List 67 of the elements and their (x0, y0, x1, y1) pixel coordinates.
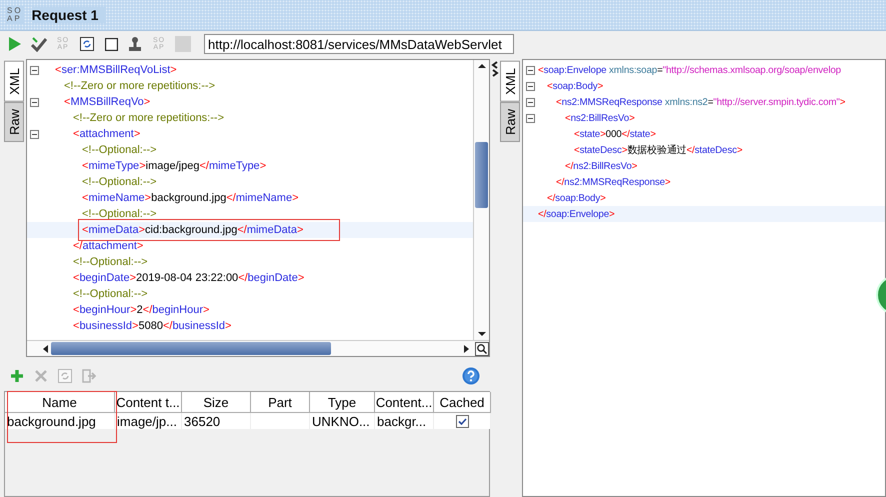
code-line: <ns2:BillResVo> (565, 112, 635, 124)
table-cell: UNKNO... (310, 413, 375, 429)
code-line: <!--Optional:--> (82, 176, 157, 188)
code-line: </soap:Envelope> (538, 208, 615, 220)
table-cell: backgr... (375, 413, 434, 429)
collapse-icon[interactable] (30, 130, 38, 138)
code-line: </ns2:BillResVo> (565, 160, 638, 172)
code-line: </ns2:MMSReqResponse> (556, 176, 670, 188)
code-line: <attachment> (73, 128, 140, 140)
code-line: <MMSBillReqVo> (64, 96, 150, 108)
code-line: <!--Zero or more repetitions:--> (73, 112, 224, 124)
scroll-right-icon[interactable] (461, 342, 471, 354)
code-line: <mimeType>image/jpeg</mimeType> (82, 160, 266, 172)
help-icon[interactable] (462, 367, 480, 385)
collapse-icon[interactable] (526, 66, 534, 74)
code-line: <ser:MMSBillReqVoList> (55, 64, 177, 76)
soap-logo: SO AP (6, 6, 24, 24)
code-line: <mimeName>background.jpg</mimeName> (82, 192, 298, 204)
column-header[interactable]: Name (5, 392, 115, 413)
view-tab[interactable]: Raw (500, 102, 520, 142)
column-header[interactable]: Type (310, 392, 375, 413)
code-line: <!--Optional:--> (73, 288, 148, 300)
collapse-icon[interactable] (526, 82, 534, 90)
table-cell: 36520 (182, 413, 251, 429)
code-line: <!--Zero or more repetitions:--> (64, 80, 215, 92)
stamp-icon[interactable] (126, 35, 144, 53)
code-line: <!--Optional:--> (73, 256, 148, 268)
view-tab[interactable]: Raw (4, 102, 24, 142)
code-line: <beginHour>2</beginHour> (73, 304, 210, 316)
table-cell: background.jpg (5, 413, 115, 429)
table-cell: image/jp... (115, 413, 182, 429)
scroll-thumb[interactable] (51, 342, 331, 355)
collapse-icon[interactable] (526, 98, 534, 106)
window-title: Request 1 (32, 7, 106, 23)
vertical-scrollbar[interactable] (473, 60, 489, 340)
column-header[interactable]: Size (182, 392, 251, 413)
horizontal-scrollbar[interactable] (27, 340, 489, 356)
code-line: <!--Optional:--> (82, 208, 157, 220)
code-line: </attachment> (73, 240, 144, 252)
view-tab[interactable]: XML (500, 61, 520, 102)
code-line: <!--Optional:--> (82, 144, 157, 156)
column-header[interactable]: Content t... (115, 392, 182, 413)
zoom-icon[interactable] (475, 342, 489, 356)
code-line: <beginDate>2019-08-04 23:22:00</beginDate> (73, 272, 304, 284)
scroll-thumb[interactable] (475, 142, 488, 208)
code-line: <ns2:MMSReqResponse xmlns:ns2="http://server.smpin.tydic.com"> (556, 96, 846, 108)
collapse-icon[interactable] (526, 114, 534, 122)
code-line: <businessId>5080</businessId> (73, 320, 232, 332)
collapse-icon[interactable] (30, 66, 38, 74)
square-icon[interactable] (102, 35, 120, 53)
code-line: <state>000</state> (574, 128, 656, 140)
plus-icon[interactable] (8, 367, 26, 385)
column-header[interactable]: Part (251, 392, 310, 413)
code-line: <mimeData>cid:background.jpg</mimeData> (82, 224, 304, 236)
view-tab[interactable]: XML (4, 61, 24, 102)
splitter-arrows-icon[interactable] (491, 61, 499, 77)
collapse-icon[interactable] (30, 98, 38, 106)
code-line: <soap:Body> (547, 80, 604, 92)
refresh-icon[interactable] (78, 35, 96, 53)
code-line: </soap:Body> (547, 192, 606, 204)
check-icon[interactable] (30, 35, 48, 53)
url-field[interactable]: http://localhost:8081/services/MMsDataWebServlet (204, 34, 514, 54)
checkbox[interactable] (456, 414, 468, 428)
column-header[interactable]: Cached (434, 392, 491, 413)
code-line: <soap:Envelope xmlns:soap="http://schemas.xmlsoap.org/soap/envelop (538, 64, 841, 76)
code-line: <stateDesc>数据校验通过</stateDesc> (574, 144, 742, 156)
column-header[interactable]: Content... (375, 392, 434, 413)
